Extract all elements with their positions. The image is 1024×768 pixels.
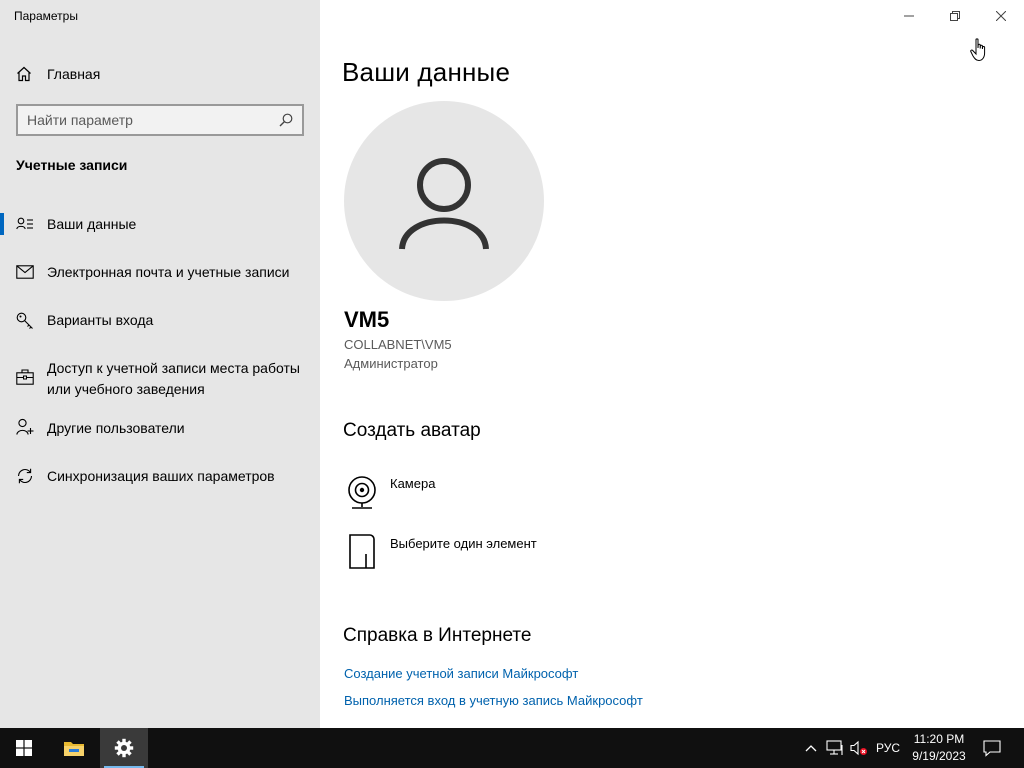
chevron-up-icon bbox=[805, 745, 817, 752]
restore-icon bbox=[950, 11, 960, 21]
sidebar-item-label: Синхронизация ваших параметров bbox=[47, 468, 275, 484]
ms-sign-in-link[interactable]: Выполняется вход в учетную запись Майкро… bbox=[344, 693, 643, 708]
sidebar-item-your-info[interactable]: Ваши данные bbox=[0, 200, 320, 248]
sidebar: Параметры Главная Учетные записи Ваши да… bbox=[0, 0, 320, 728]
search-box[interactable] bbox=[16, 104, 304, 136]
restore-button[interactable] bbox=[932, 0, 978, 32]
sidebar-item-label: Варианты входа bbox=[47, 312, 154, 328]
show-hidden-icons-button[interactable] bbox=[800, 728, 822, 768]
clock-time: 11:20 PM bbox=[913, 732, 965, 746]
file-explorer-icon bbox=[64, 742, 84, 756]
file-explorer-button[interactable] bbox=[50, 728, 98, 768]
settings-taskbar-button[interactable] bbox=[100, 728, 148, 768]
section-title: Учетные записи bbox=[16, 157, 128, 173]
network-button[interactable] bbox=[824, 728, 846, 768]
camera-icon bbox=[344, 474, 380, 514]
avatar bbox=[344, 101, 544, 301]
briefcase-icon bbox=[16, 369, 34, 385]
settings-icon bbox=[114, 738, 134, 758]
notification-icon bbox=[983, 740, 1001, 757]
help-heading: Справка в Интернете bbox=[343, 625, 532, 646]
minimize-button[interactable] bbox=[886, 0, 932, 32]
user-name: VM5 bbox=[344, 307, 390, 332]
close-icon bbox=[996, 11, 1006, 21]
main-content: Ваши данные VM5 COLLABNET\VM5 Администра… bbox=[320, 0, 1024, 728]
start-icon bbox=[16, 740, 32, 756]
taskbar-clock[interactable]: 11:20 PM 9/19/2023 bbox=[906, 731, 972, 765]
mail-icon bbox=[16, 265, 34, 279]
search-input[interactable] bbox=[18, 112, 268, 128]
camera-option[interactable]: Камера bbox=[344, 474, 435, 514]
camera-label: Камера bbox=[390, 476, 436, 491]
sidebar-item-other-users[interactable]: Другие пользователи bbox=[0, 408, 320, 456]
sidebar-item-sign-in-options[interactable]: Варианты входа bbox=[0, 296, 320, 344]
app-title: Параметры bbox=[14, 9, 78, 23]
user-card-icon bbox=[16, 216, 34, 232]
hand-cursor-icon bbox=[970, 38, 988, 67]
clock-date: 9/19/2023 bbox=[912, 749, 966, 763]
search-icon[interactable] bbox=[278, 112, 294, 133]
close-button[interactable] bbox=[978, 0, 1024, 32]
sidebar-item-sync[interactable]: Синхронизация ваших параметров bbox=[0, 456, 320, 504]
volume-button[interactable] bbox=[848, 728, 870, 768]
sidebar-item-label: Ваши данные bbox=[47, 216, 137, 232]
key-icon bbox=[16, 312, 34, 330]
minimize-icon bbox=[904, 15, 914, 17]
volume-muted-icon bbox=[850, 740, 867, 756]
browse-option[interactable]: Выберите один элемент bbox=[344, 534, 537, 574]
start-button[interactable] bbox=[0, 728, 48, 768]
sync-icon bbox=[16, 467, 34, 485]
page-title: Ваши данные bbox=[342, 57, 511, 87]
user-avatar-icon bbox=[399, 158, 489, 250]
sidebar-nav: Ваши данные Электронная почта и учетные … bbox=[0, 200, 320, 504]
action-center-button[interactable] bbox=[976, 728, 1008, 768]
browse-label: Выберите один элемент bbox=[390, 536, 537, 551]
sidebar-item-label: Электронная почта и учетные записи bbox=[47, 264, 290, 280]
user-role: Администратор bbox=[344, 356, 438, 371]
add-user-icon bbox=[16, 418, 34, 436]
sidebar-item-label: Другие пользователи bbox=[47, 420, 185, 436]
file-icon bbox=[344, 534, 380, 574]
network-icon bbox=[826, 740, 843, 755]
user-domain-account: COLLABNET\VM5 bbox=[344, 337, 452, 352]
home-label: Главная bbox=[47, 66, 101, 82]
language-indicator[interactable]: РУС bbox=[872, 728, 904, 768]
create-ms-account-link[interactable]: Создание учетной записи Майкрософт bbox=[344, 666, 578, 681]
create-avatar-heading: Создать аватар bbox=[343, 420, 481, 441]
sidebar-item-work-access[interactable]: Доступ к учетной записи места работы или… bbox=[0, 344, 320, 408]
home-icon bbox=[16, 66, 34, 82]
home-nav-item[interactable]: Главная bbox=[0, 60, 320, 88]
sidebar-item-email[interactable]: Электронная почта и учетные записи bbox=[0, 248, 320, 296]
sidebar-item-label: Доступ к учетной записи места работы или… bbox=[47, 360, 300, 397]
taskbar: РУС 11:20 PM 9/19/2023 bbox=[0, 728, 1024, 768]
